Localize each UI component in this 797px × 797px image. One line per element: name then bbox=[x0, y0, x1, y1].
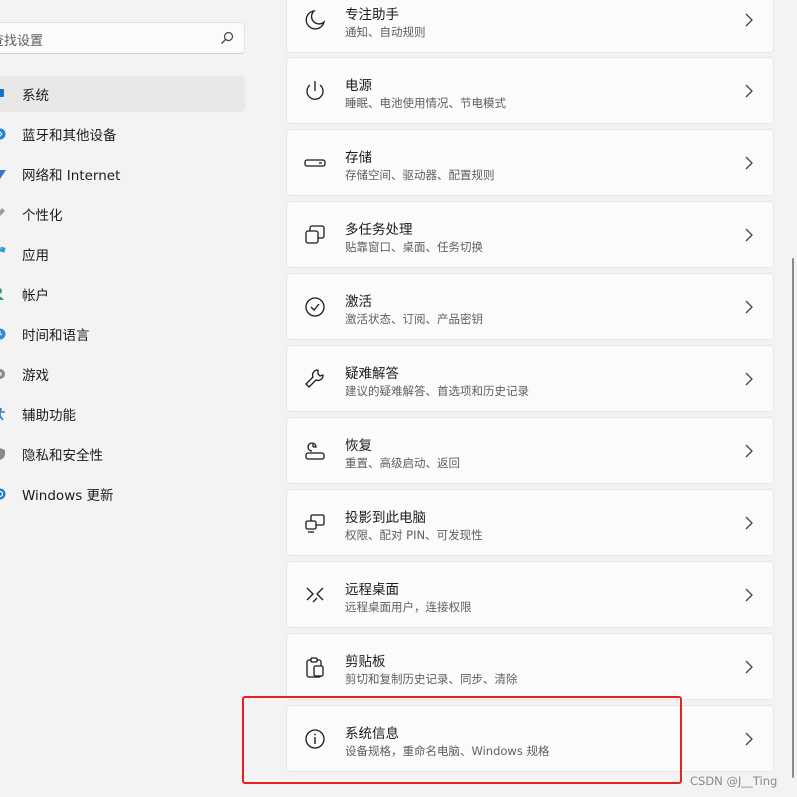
sidebar-item-time-language[interactable]: 时间和语言 bbox=[0, 316, 245, 352]
sidebar-item-system[interactable]: 系统 bbox=[0, 76, 245, 112]
apps-icon bbox=[0, 246, 6, 253]
search-box[interactable]: 查找设置 bbox=[0, 22, 245, 54]
project-icon bbox=[305, 514, 325, 533]
settings-item-title: 存储 bbox=[345, 150, 372, 166]
sidebar-item-network[interactable]: 网络和 Internet bbox=[0, 156, 245, 192]
chevron-right-icon bbox=[745, 300, 753, 314]
sidebar: 查找设置 系统 蓝牙和其他设备 网络和 Internet 个性化 应用 帐户 时… bbox=[0, 0, 270, 797]
chevron-right-icon bbox=[745, 732, 753, 746]
sidebar-item-accounts[interactable]: 帐户 bbox=[0, 276, 245, 312]
settings-item-subtitle: 存储空间、驱动器、配置规则 bbox=[345, 168, 495, 182]
chevron-right-icon bbox=[745, 372, 753, 386]
chevron-right-icon bbox=[745, 444, 753, 458]
multitask-icon bbox=[305, 225, 325, 244]
chevron-right-icon bbox=[745, 228, 753, 242]
sidebar-item-label: 隐私和安全性 bbox=[22, 448, 103, 464]
settings-item-project-to-pc[interactable]: 投影到此电脑 权限、配对 PIN、可发现性 bbox=[286, 489, 774, 556]
settings-item-clipboard[interactable]: 剪贴板 剪切和复制历史记录、同步、清除 bbox=[286, 633, 774, 700]
settings-item-remote-desktop[interactable]: 远程桌面 远程桌面用户，连接权限 bbox=[286, 561, 774, 628]
settings-item-power[interactable]: 电源 睡眠、电池使用情况、节电模式 bbox=[286, 57, 774, 124]
watermark: CSDN @J__Ting bbox=[690, 774, 778, 788]
network-icon bbox=[0, 170, 6, 179]
sidebar-item-bluetooth[interactable]: 蓝牙和其他设备 bbox=[0, 116, 245, 152]
settings-item-activation[interactable]: 激活 激活状态、订阅、产品密钥 bbox=[286, 273, 774, 340]
settings-item-title: 多任务处理 bbox=[345, 222, 413, 238]
sidebar-item-label: 时间和语言 bbox=[22, 328, 90, 344]
power-icon bbox=[306, 81, 324, 100]
chevron-right-icon bbox=[745, 588, 753, 602]
sidebar-item-privacy[interactable]: 隐私和安全性 bbox=[0, 436, 245, 472]
settings-item-title: 剪贴板 bbox=[345, 654, 386, 670]
settings-item-title: 电源 bbox=[345, 78, 372, 94]
sidebar-item-label: 网络和 Internet bbox=[22, 168, 121, 184]
settings-item-recovery[interactable]: 恢复 重置、高级启动、返回 bbox=[286, 417, 774, 484]
sidebar-item-accessibility[interactable]: 辅助功能 bbox=[0, 396, 245, 432]
settings-item-title: 恢复 bbox=[345, 438, 372, 454]
accessibility-icon bbox=[0, 407, 5, 421]
settings-item-subtitle: 重置、高级启动、返回 bbox=[345, 456, 460, 470]
moon-icon bbox=[305, 10, 326, 30]
sidebar-item-label: 游戏 bbox=[22, 368, 49, 384]
brush-icon bbox=[0, 208, 5, 216]
settings-item-title: 疑难解答 bbox=[345, 366, 399, 382]
sidebar-item-label: Windows 更新 bbox=[22, 488, 114, 504]
sidebar-item-personalization[interactable]: 个性化 bbox=[0, 196, 245, 232]
settings-item-subtitle: 远程桌面用户，连接权限 bbox=[345, 600, 472, 614]
account-icon bbox=[0, 288, 4, 300]
chevron-right-icon bbox=[745, 516, 753, 530]
settings-item-subtitle: 建议的疑难解答、首选项和历史记录 bbox=[345, 384, 529, 398]
clipboard-icon bbox=[306, 657, 324, 678]
globe-clock-icon bbox=[0, 328, 6, 340]
sidebar-item-label: 辅助功能 bbox=[22, 408, 76, 424]
search-input[interactable]: 查找设置 bbox=[0, 30, 43, 49]
sidebar-item-windows-update[interactable]: Windows 更新 bbox=[0, 476, 245, 512]
storage-icon bbox=[304, 159, 326, 167]
sidebar-item-label: 帐户 bbox=[22, 288, 49, 304]
settings-list: 专注助手 通知、自动规则 电源 睡眠、电池使用情况、节电模式 存储 存储空间、驱… bbox=[286, 0, 775, 797]
sidebar-item-label: 个性化 bbox=[22, 208, 63, 224]
update-icon bbox=[0, 488, 6, 500]
settings-item-focus-assist[interactable]: 专注助手 通知、自动规则 bbox=[286, 0, 774, 53]
sidebar-item-apps[interactable]: 应用 bbox=[0, 236, 245, 272]
chevron-right-icon bbox=[745, 13, 753, 27]
sidebar-item-label: 蓝牙和其他设备 bbox=[22, 128, 117, 144]
settings-item-subtitle: 睡眠、电池使用情况、节电模式 bbox=[345, 96, 506, 110]
settings-item-title: 远程桌面 bbox=[345, 582, 399, 598]
vertical-scrollbar[interactable] bbox=[792, 258, 794, 778]
settings-item-troubleshoot[interactable]: 疑难解答 建议的疑难解答、首选项和历史记录 bbox=[286, 345, 774, 412]
settings-item-subtitle: 权限、配对 PIN、可发现性 bbox=[345, 528, 483, 542]
chevron-right-icon bbox=[745, 84, 753, 98]
settings-item-subtitle: 贴靠窗口、桌面、任务切换 bbox=[345, 240, 483, 254]
sidebar-item-label: 系统 bbox=[22, 88, 49, 104]
settings-item-multitasking[interactable]: 多任务处理 贴靠窗口、桌面、任务切换 bbox=[286, 201, 774, 268]
wrench-icon bbox=[305, 369, 324, 388]
chevron-right-icon bbox=[745, 660, 753, 674]
bluetooth-icon bbox=[0, 128, 6, 140]
sidebar-item-label: 应用 bbox=[22, 248, 49, 264]
settings-item-title: 投影到此电脑 bbox=[345, 510, 426, 526]
search-icon[interactable] bbox=[220, 31, 234, 45]
sidebar-item-gaming[interactable]: 游戏 bbox=[0, 356, 245, 392]
settings-item-storage[interactable]: 存储 存储空间、驱动器、配置规则 bbox=[286, 129, 774, 196]
gamepad-icon bbox=[0, 369, 5, 379]
settings-item-title: 激活 bbox=[345, 294, 372, 310]
settings-item-subtitle: 激活状态、订阅、产品密钥 bbox=[345, 312, 483, 326]
shield-icon bbox=[0, 448, 5, 460]
highlight-box bbox=[242, 696, 682, 784]
check-circle-icon bbox=[305, 297, 325, 317]
settings-item-subtitle: 剪切和复制历史记录、同步、清除 bbox=[345, 672, 518, 686]
chevron-right-icon bbox=[745, 156, 753, 170]
remote-desktop-icon bbox=[306, 587, 324, 603]
monitor-icon bbox=[0, 89, 4, 97]
settings-item-subtitle: 通知、自动规则 bbox=[345, 25, 426, 39]
settings-item-title: 专注助手 bbox=[345, 7, 399, 23]
recovery-icon bbox=[305, 442, 325, 460]
